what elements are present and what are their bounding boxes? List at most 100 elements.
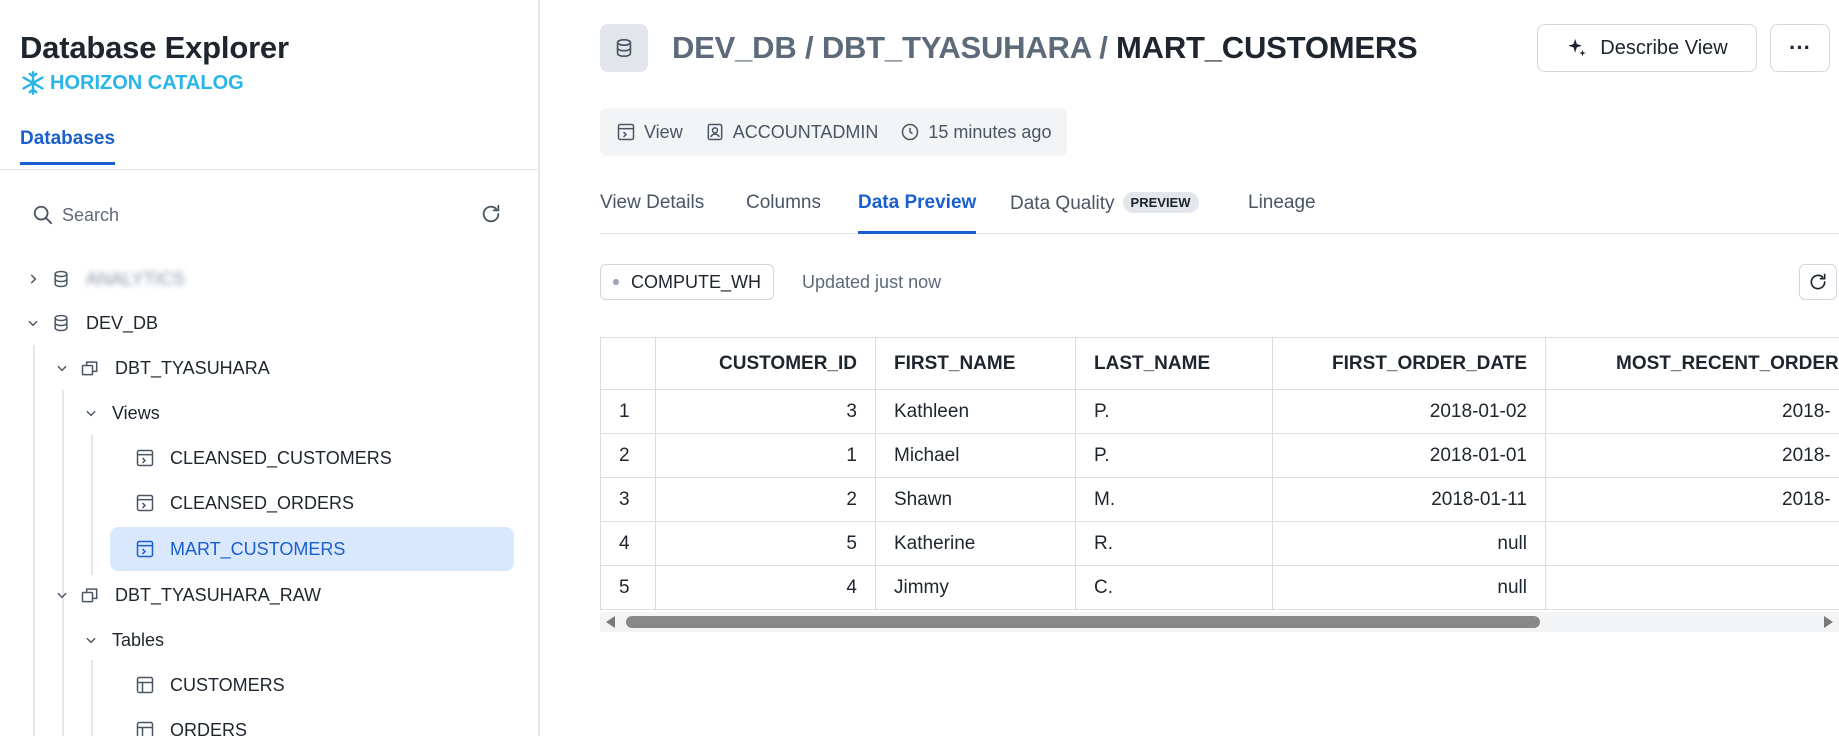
refresh-preview-button[interactable]: [1799, 264, 1837, 300]
view-icon: [617, 123, 635, 141]
describe-view-button[interactable]: Describe View: [1537, 24, 1757, 72]
horizontal-scrollbar[interactable]: [600, 612, 1839, 632]
tree-item-cleansed-orders[interactable]: CLEANSED_ORDERS: [110, 481, 514, 525]
cell[interactable]: 2018-: [1545, 389, 1839, 434]
table-row: 5 4 Jimmy C. null: [600, 565, 1839, 610]
tree-guide-line: [91, 435, 93, 575]
cell[interactable]: 2018-01-01: [1272, 433, 1546, 478]
tree-item-label: DBT_TYASUHARA_RAW: [115, 584, 322, 605]
chevron-right-icon[interactable]: [24, 270, 42, 288]
cell[interactable]: 2018-: [1545, 433, 1839, 478]
clock-icon: [902, 123, 919, 141]
more-icon: ···: [1789, 35, 1811, 60]
cell[interactable]: Shawn: [875, 477, 1076, 522]
tree-item-tables[interactable]: Tables: [82, 618, 514, 662]
chevron-down-icon[interactable]: [53, 586, 71, 604]
cell[interactable]: Kathleen: [875, 389, 1076, 434]
search-box: [32, 200, 502, 230]
tree-item-label: DBT_TYASUHARA: [115, 357, 270, 378]
cell[interactable]: P.: [1075, 433, 1273, 478]
chevron-down-icon[interactable]: [82, 631, 100, 649]
cell[interactable]: 2018-: [1545, 477, 1839, 522]
cell[interactable]: 3: [655, 389, 876, 434]
tree-item-mart-customers[interactable]: MART_CUSTOMERS: [110, 527, 514, 571]
meta-owner-label: ACCOUNTADMIN: [732, 121, 879, 142]
tab-label: Data Preview: [858, 192, 977, 213]
table-row: 4 5 Katherine R. null: [600, 521, 1839, 566]
schema-icon: [79, 584, 101, 606]
chevron-down-icon[interactable]: [82, 404, 100, 422]
refresh-icon[interactable]: [480, 203, 502, 225]
data-preview-grid: CUSTOMER_ID FIRST_NAME LAST_NAME FIRST_O…: [600, 337, 1839, 611]
breadcrumb-object: MART_CUSTOMERS: [1116, 30, 1418, 65]
object-tabs: View Details Columns Data Preview Data Q…: [600, 190, 1839, 234]
cell[interactable]: Michael: [875, 433, 1076, 478]
cell[interactable]: null: [1272, 565, 1546, 610]
tree-item-customers[interactable]: CUSTOMERS: [110, 663, 514, 707]
sidebar-tabs: Databases: [0, 118, 538, 170]
user-badge-icon: [707, 123, 723, 141]
brand-label: HORIZON CATALOG: [50, 71, 244, 94]
cell[interactable]: 4: [655, 565, 876, 610]
more-options-button[interactable]: ···: [1770, 24, 1830, 72]
object-type-icon: [600, 24, 648, 72]
breadcrumb-database[interactable]: DEV_DB: [672, 30, 797, 65]
cell[interactable]: P.: [1075, 389, 1273, 434]
cell[interactable]: 2: [655, 477, 876, 522]
meta-modified-label: 15 minutes ago: [928, 121, 1052, 142]
column-header[interactable]: CUSTOMER_ID: [655, 337, 876, 390]
cell[interactable]: Katherine: [875, 521, 1076, 566]
tab-data-quality[interactable]: Data Quality PREVIEW: [1010, 190, 1199, 234]
breadcrumb: DEV_DB / DBT_TYASUHARA / MART_CUSTOMERS: [672, 30, 1418, 66]
snowflake-icon: [22, 70, 44, 96]
table-icon: [134, 674, 156, 696]
breadcrumb-schema[interactable]: DBT_TYASUHARA: [822, 30, 1091, 65]
tree-guide-line: [62, 390, 64, 736]
tree-guide-line: [91, 660, 93, 736]
tree-item-orders[interactable]: ORDERS: [110, 708, 514, 736]
table-row: 1 3 Kathleen P. 2018-01-02 2018-: [600, 389, 1839, 434]
cell[interactable]: C.: [1075, 565, 1273, 610]
chevron-down-icon[interactable]: [24, 314, 42, 332]
tree-item-cleansed-customers[interactable]: CLEANSED_CUSTOMERS: [110, 436, 514, 480]
tree-item-dbt-tyasuhara-raw[interactable]: DBT_TYASUHARA_RAW: [53, 573, 514, 617]
cell[interactable]: R.: [1075, 521, 1273, 566]
cell[interactable]: 1: [655, 433, 876, 478]
column-header[interactable]: FIRST_ORDER_DATE: [1272, 337, 1546, 390]
cell[interactable]: M.: [1075, 477, 1273, 522]
breadcrumb-separator: /: [796, 30, 822, 65]
cell[interactable]: 2018-01-11: [1272, 477, 1546, 522]
tab-databases[interactable]: Databases: [20, 128, 116, 165]
meta-type-label: View: [644, 121, 683, 142]
meta-modified: 15 minutes ago: [900, 122, 1051, 143]
main-panel: DEV_DB / DBT_TYASUHARA / MART_CUSTOMERS …: [542, 0, 1839, 736]
warehouse-selector[interactable]: COMPUTE_WH: [600, 264, 774, 300]
tab-view-details[interactable]: View Details: [600, 190, 704, 234]
meta-owner: ACCOUNTADMIN: [705, 121, 879, 143]
search-input[interactable]: [62, 204, 442, 226]
scroll-left-arrow-icon[interactable]: [606, 616, 615, 628]
scrollbar-thumb[interactable]: [626, 616, 1540, 628]
column-header[interactable]: MOST_RECENT_ORDER: [1545, 337, 1839, 390]
cell[interactable]: [1545, 565, 1839, 610]
view-icon: [134, 538, 156, 560]
chevron-down-icon[interactable]: [53, 359, 71, 377]
sparkle-icon: [1568, 38, 1586, 57]
scroll-right-arrow-icon[interactable]: [1824, 616, 1833, 628]
describe-view-label: Describe View: [1600, 36, 1728, 59]
tree-item-dbt-tyasuhara[interactable]: DBT_TYASUHARA: [53, 346, 514, 390]
tree-item-views[interactable]: Views: [82, 391, 514, 435]
cell[interactable]: 5: [655, 521, 876, 566]
tab-data-preview[interactable]: Data Preview: [858, 190, 977, 234]
cell[interactable]: null: [1272, 521, 1546, 566]
tab-lineage[interactable]: Lineage: [1248, 190, 1316, 234]
tab-columns[interactable]: Columns: [746, 190, 821, 234]
tree-item-analytics[interactable]: ANALYTICS: [24, 257, 514, 301]
tree-item-dev-db[interactable]: DEV_DB: [24, 301, 514, 345]
column-header[interactable]: FIRST_NAME: [875, 337, 1076, 390]
cell[interactable]: Jimmy: [875, 565, 1076, 610]
cell[interactable]: 2018-01-02: [1272, 389, 1546, 434]
column-header[interactable]: LAST_NAME: [1075, 337, 1273, 390]
preview-badge: PREVIEW: [1122, 192, 1199, 213]
cell[interactable]: [1545, 521, 1839, 566]
